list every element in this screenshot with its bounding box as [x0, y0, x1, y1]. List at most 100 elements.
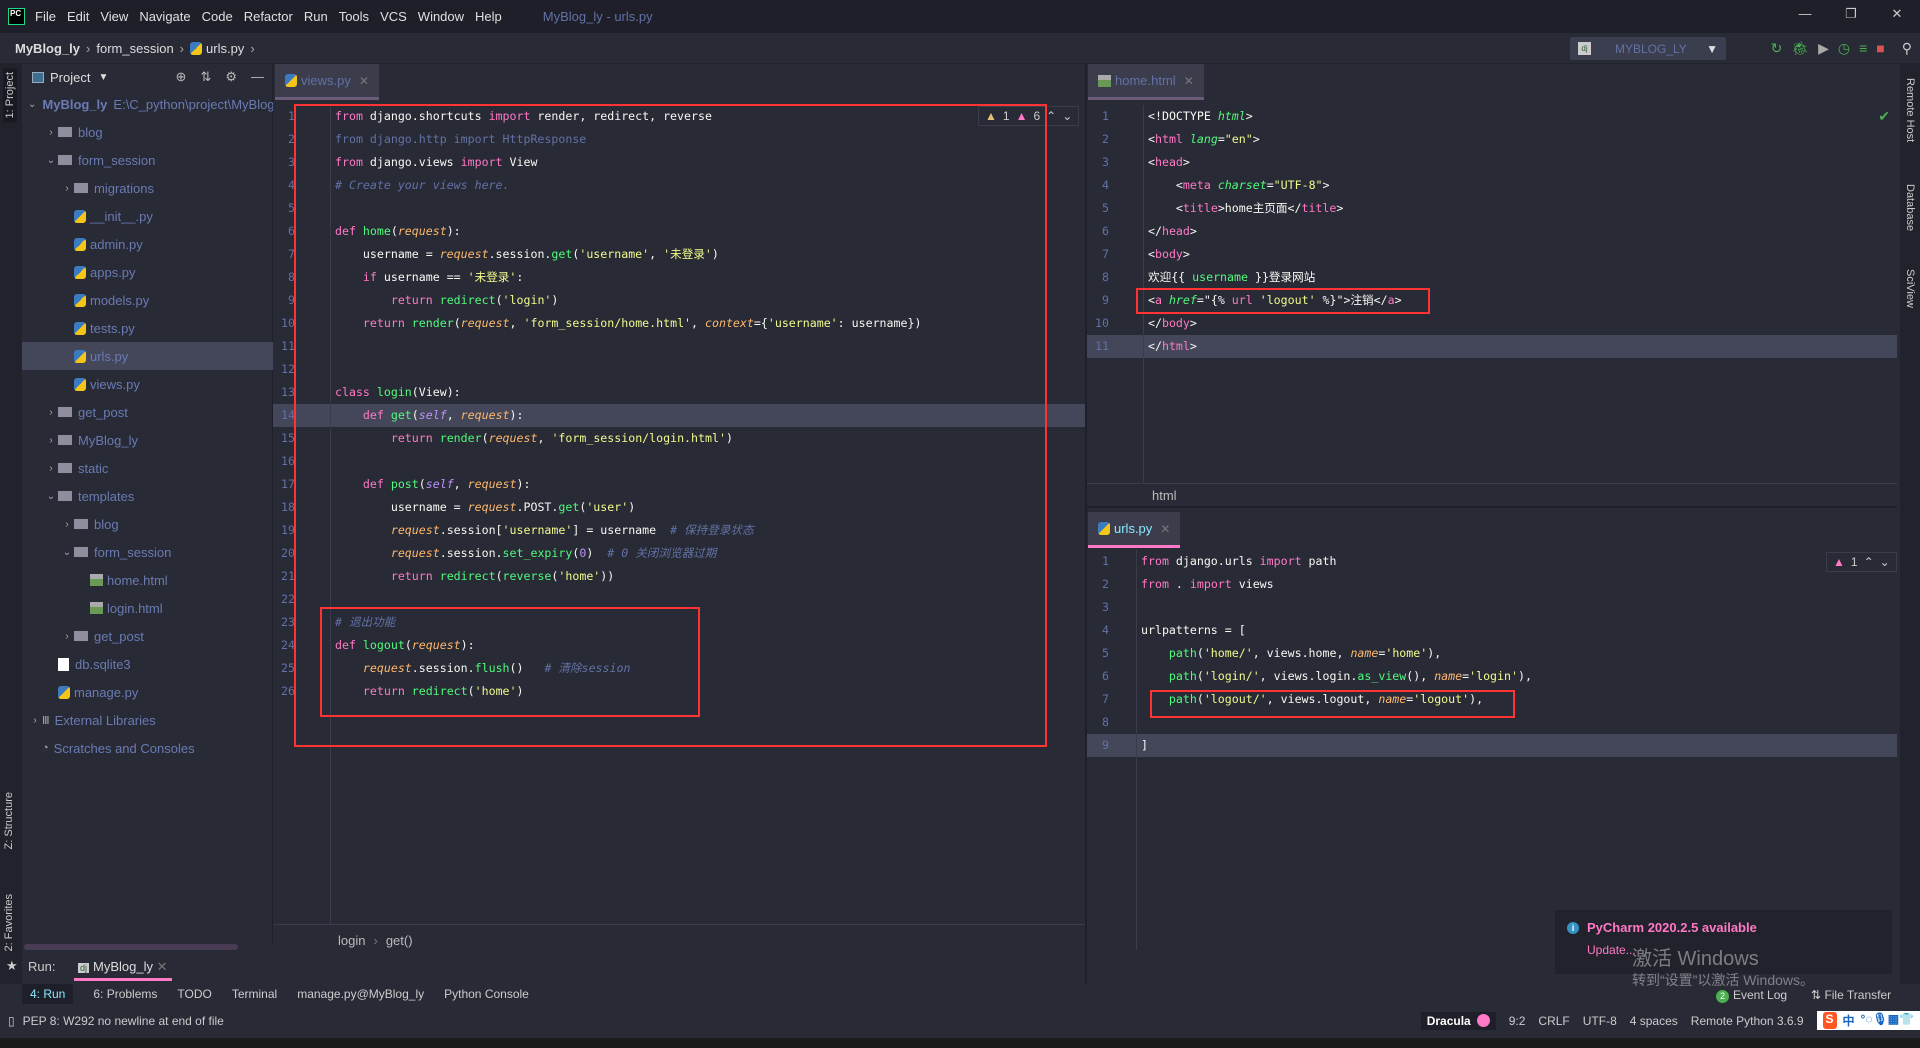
- close-tab-icon[interactable]: ✕: [157, 959, 168, 974]
- chevron-icon[interactable]: ›: [60, 183, 74, 194]
- interpreter[interactable]: Remote Python 3.6.9: [1691, 1014, 1804, 1028]
- next-icon[interactable]: ⌄: [1062, 109, 1072, 123]
- horizontal-scrollbar[interactable]: [24, 944, 238, 950]
- line-number[interactable]: 8: [1089, 711, 1109, 734]
- event-log-button[interactable]: 2 Event Log: [1716, 988, 1787, 1003]
- breadcrumb-file[interactable]: urls.py: [206, 41, 244, 56]
- run-tab[interactable]: dj MyBlog_ly ✕: [74, 956, 172, 981]
- chevron-icon[interactable]: ⌄: [44, 155, 58, 166]
- line-number[interactable]: 18: [275, 496, 295, 519]
- line-number[interactable]: 9: [1089, 734, 1109, 757]
- tree-item[interactable]: › MyBlog_ly: [22, 426, 273, 454]
- tree-item[interactable]: ◔ Scratches and Consoles: [22, 734, 273, 762]
- line-number[interactable]: 3: [275, 151, 295, 174]
- tree-item[interactable]: home.html: [22, 566, 273, 594]
- menu-file[interactable]: File: [35, 9, 56, 24]
- chevron-down-icon[interactable]: ▼: [98, 72, 108, 83]
- rerun-icon[interactable]: ↻: [1771, 40, 1783, 57]
- tree-item[interactable]: › static: [22, 454, 273, 482]
- line-number[interactable]: 6: [1089, 665, 1109, 688]
- search-icon[interactable]: ⚲: [1902, 40, 1912, 57]
- line-number[interactable]: 7: [1089, 243, 1109, 266]
- tree-item[interactable]: views.py: [22, 370, 273, 398]
- stop-icon[interactable]: ■: [1876, 40, 1884, 57]
- chevron-icon[interactable]: ›: [44, 407, 58, 418]
- line-number[interactable]: 24: [275, 634, 295, 657]
- line-number[interactable]: 5: [1089, 197, 1109, 220]
- html-breadcrumb[interactable]: html: [1152, 488, 1177, 503]
- line-number[interactable]: 21: [275, 565, 295, 588]
- chevron-icon[interactable]: ⌄: [44, 491, 58, 502]
- line-number[interactable]: 6: [275, 220, 295, 243]
- tree-item[interactable]: ⌄ templates: [22, 482, 273, 510]
- views-editor[interactable]: 1 from django.shortcuts import render, re…: [273, 105, 1085, 925]
- line-number[interactable]: 4: [275, 174, 295, 197]
- breadcrumb-method[interactable]: get(): [386, 933, 413, 948]
- debug-icon[interactable]: 🐞︎: [1791, 40, 1809, 57]
- next-icon[interactable]: ⌄: [1880, 555, 1890, 569]
- home-html-editor[interactable]: 1 <!DOCTYPE html> 2 <html lang="en"> 3 <head>…: [1087, 105, 1897, 485]
- line-number[interactable]: 9: [1089, 289, 1109, 312]
- line-separator[interactable]: CRLF: [1538, 1014, 1569, 1028]
- menu-refactor[interactable]: Refactor: [244, 9, 293, 24]
- tree-item[interactable]: apps.py: [22, 258, 273, 286]
- menu-vcs[interactable]: VCS: [380, 9, 407, 24]
- chevron-icon[interactable]: ⌄: [28, 99, 36, 110]
- line-number[interactable]: 8: [275, 266, 295, 289]
- restore-button[interactable]: ❐: [1828, 0, 1874, 28]
- tree-item[interactable]: ⌄ form_session: [22, 146, 273, 174]
- line-number[interactable]: 1: [1089, 550, 1109, 573]
- tool-window-terminal[interactable]: Terminal: [232, 987, 277, 1001]
- tree-item[interactable]: db.sqlite3: [22, 650, 273, 678]
- chevron-icon[interactable]: ›: [60, 631, 74, 642]
- tab-home-html[interactable]: home.html ✕: [1088, 64, 1204, 100]
- chevron-icon[interactable]: ›: [44, 463, 58, 474]
- tree-item[interactable]: urls.py: [22, 342, 273, 370]
- line-number[interactable]: 6: [1089, 220, 1109, 243]
- line-number[interactable]: 5: [1089, 642, 1109, 665]
- chevron-icon[interactable]: ›: [28, 715, 42, 726]
- line-number[interactable]: 23: [275, 611, 295, 634]
- tree-item[interactable]: › blog: [22, 510, 273, 538]
- line-number[interactable]: 1: [275, 105, 295, 128]
- tool-window-python-console[interactable]: Python Console: [444, 987, 529, 1001]
- line-number[interactable]: 14: [275, 404, 295, 427]
- menu-run[interactable]: Run: [304, 9, 328, 24]
- line-number[interactable]: 5: [275, 197, 295, 220]
- project-panel-title[interactable]: Project: [50, 70, 90, 85]
- close-tab-icon[interactable]: ✕: [359, 74, 369, 88]
- line-number[interactable]: 2: [275, 128, 295, 151]
- favorites-tool-button[interactable]: 2: Favorites: [3, 894, 15, 951]
- hide-icon[interactable]: —: [251, 69, 264, 85]
- line-number[interactable]: 8: [1089, 266, 1109, 289]
- inspection-widget-urls[interactable]: ▲ 1 ⌃ ⌄: [1826, 552, 1897, 572]
- line-number[interactable]: 10: [275, 312, 295, 335]
- tree-item[interactable]: › blog: [22, 118, 273, 146]
- tree-item[interactable]: › get_post: [22, 622, 273, 650]
- tab-views-py[interactable]: views.py ✕: [275, 64, 379, 100]
- tool-window-todo[interactable]: TODO: [177, 987, 211, 1001]
- locate-icon[interactable]: ⊕: [176, 69, 187, 85]
- line-number[interactable]: 3: [1089, 151, 1109, 174]
- file-transfer-button[interactable]: ⇅ File Transfer: [1811, 988, 1891, 1003]
- tree-item[interactable]: ⌄ form_session: [22, 538, 273, 566]
- close-tab-icon[interactable]: ✕: [1160, 522, 1170, 536]
- theme-indicator[interactable]: Dracula: [1420, 1011, 1496, 1030]
- run-configuration-select[interactable]: dj MYBLOG_LY ▼: [1570, 37, 1726, 60]
- sciview-tool-button[interactable]: SciView: [1904, 269, 1916, 308]
- database-tool-button[interactable]: Database: [1904, 184, 1916, 231]
- line-number[interactable]: 2: [1089, 128, 1109, 151]
- breadcrumb-folder[interactable]: form_session: [96, 41, 173, 56]
- indent-setting[interactable]: 4 spaces: [1630, 1014, 1678, 1028]
- tool-window-4-run[interactable]: 4: Run: [22, 984, 74, 1004]
- line-number[interactable]: 3: [1089, 596, 1109, 619]
- tree-item[interactable]: › get_post: [22, 398, 273, 426]
- line-number[interactable]: 10: [1089, 312, 1109, 335]
- close-button[interactable]: ✕: [1874, 0, 1920, 28]
- remote-host-tool-button[interactable]: Remote Host: [1904, 78, 1916, 142]
- breadcrumb-project[interactable]: MyBlog_ly: [15, 41, 80, 56]
- concurrency-icon[interactable]: ≡: [1859, 40, 1867, 57]
- menu-code[interactable]: Code: [202, 9, 233, 24]
- inspection-widget[interactable]: ▲ 1 ▲ 6 ⌃ ⌄: [978, 106, 1080, 126]
- tree-item[interactable]: tests.py: [22, 314, 273, 342]
